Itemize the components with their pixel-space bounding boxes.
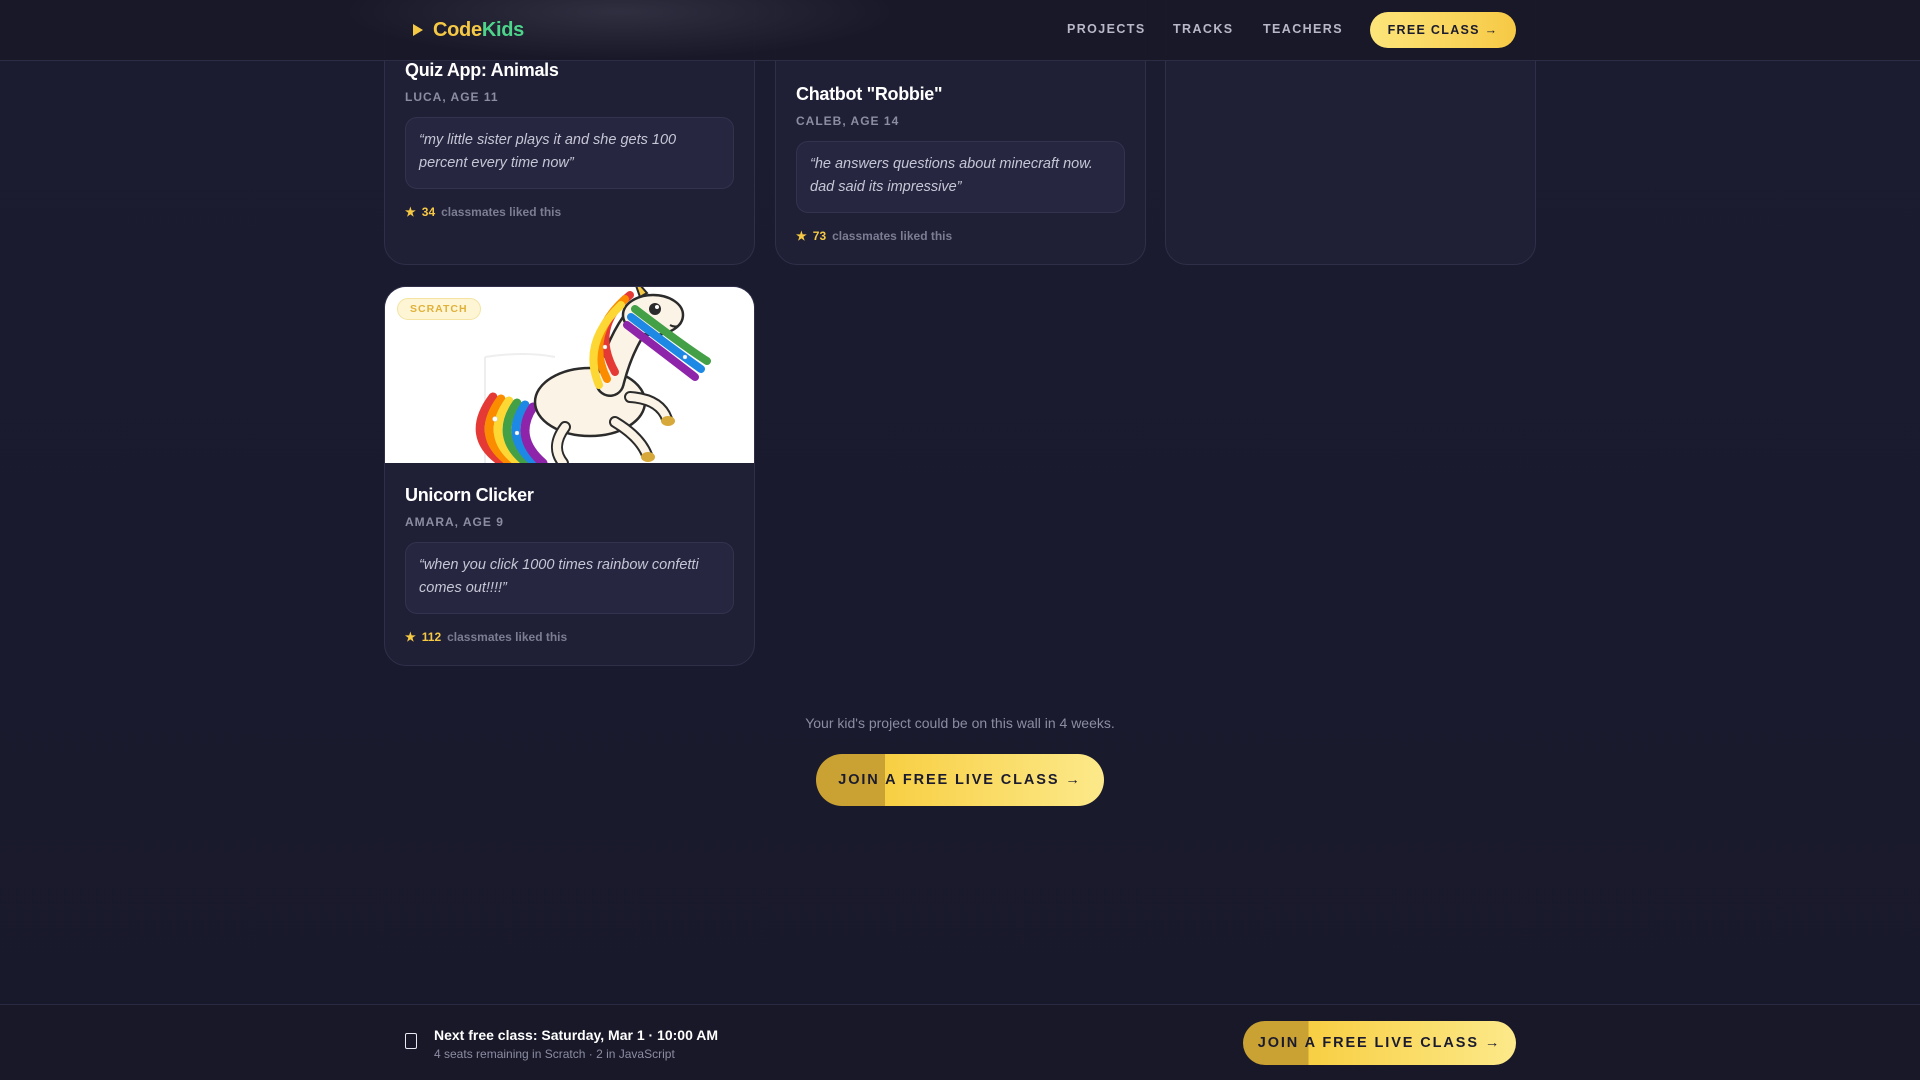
calendar-icon [405,1033,417,1049]
next-class-title: Next free class: Saturday, Mar 1 · 10:00… [434,1027,719,1043]
language-tag: SCRATCH [397,298,481,320]
nav-projects-link[interactable]: PROJECTS [1067,22,1146,36]
project-author: AMARA, AGE 9 [405,515,504,529]
brand-name-kids: Kids [481,18,524,41]
project-quote: “he answers questions about minecraft no… [796,141,1125,213]
nav-teachers-link[interactable]: TEACHERS [1263,22,1343,36]
likes-label: classmates liked this [832,229,953,243]
project-author: LUCA, AGE 11 [405,90,499,104]
site-header: CodeKids PROJECTS TRACKS TEACHERS FREE C… [0,0,1920,61]
project-thumbnail[interactable]: SCRATCH [385,287,754,463]
brand-name-code: Code [433,18,482,41]
project-author: CALEB, AGE 14 [796,114,900,128]
star-icon: ★ [405,205,416,219]
project-title: Unicorn Clicker [405,485,534,505]
star-icon: ★ [405,630,416,644]
project-title: Chatbot "Robbie" [796,84,943,104]
likes-count: 34 [421,205,436,219]
nav-tracks-link[interactable]: TRACKS [1173,22,1233,36]
play-icon [413,24,423,36]
free-class-button[interactable]: FREE CLASS → [1370,12,1516,48]
likes-count: 112 [421,630,442,644]
project-quote: “when you click 1000 times rainbow confe… [405,542,734,614]
likes-label: classmates liked this [447,630,568,644]
project-likes: ★ 73 classmates liked this [796,229,952,243]
likes-count: 73 [812,229,827,243]
project-likes: ★ 112 classmates liked this [405,630,567,644]
join-free-class-button[interactable]: JOIN A FREE LIVE CLASS → [816,754,1104,806]
star-icon: ★ [796,229,807,243]
seats-remaining: 4 seats remaining in Scratch · 2 in Java… [434,1047,675,1061]
likes-label: classmates liked this [441,205,562,219]
brand-logo[interactable]: CodeKids [413,14,524,46]
next-class-bar: Next free class: Saturday, Mar 1 · 10:00… [0,1004,1920,1080]
project-card-unicorn-clicker[interactable]: SCRATCH Unicorn Clicker AMARA, AGE 9 “wh… [384,286,755,666]
project-title: Quiz App: Animals [405,60,559,80]
brand-name: CodeKids [433,19,524,42]
project-likes: ★ 34 classmates liked this [405,205,561,219]
bar-join-free-class-button[interactable]: JOIN A FREE LIVE CLASS → [1243,1021,1516,1065]
wall-promo-text: Your kid's project could be on this wall… [805,715,1115,731]
project-quote: “my little sister plays it and she gets … [405,117,734,189]
